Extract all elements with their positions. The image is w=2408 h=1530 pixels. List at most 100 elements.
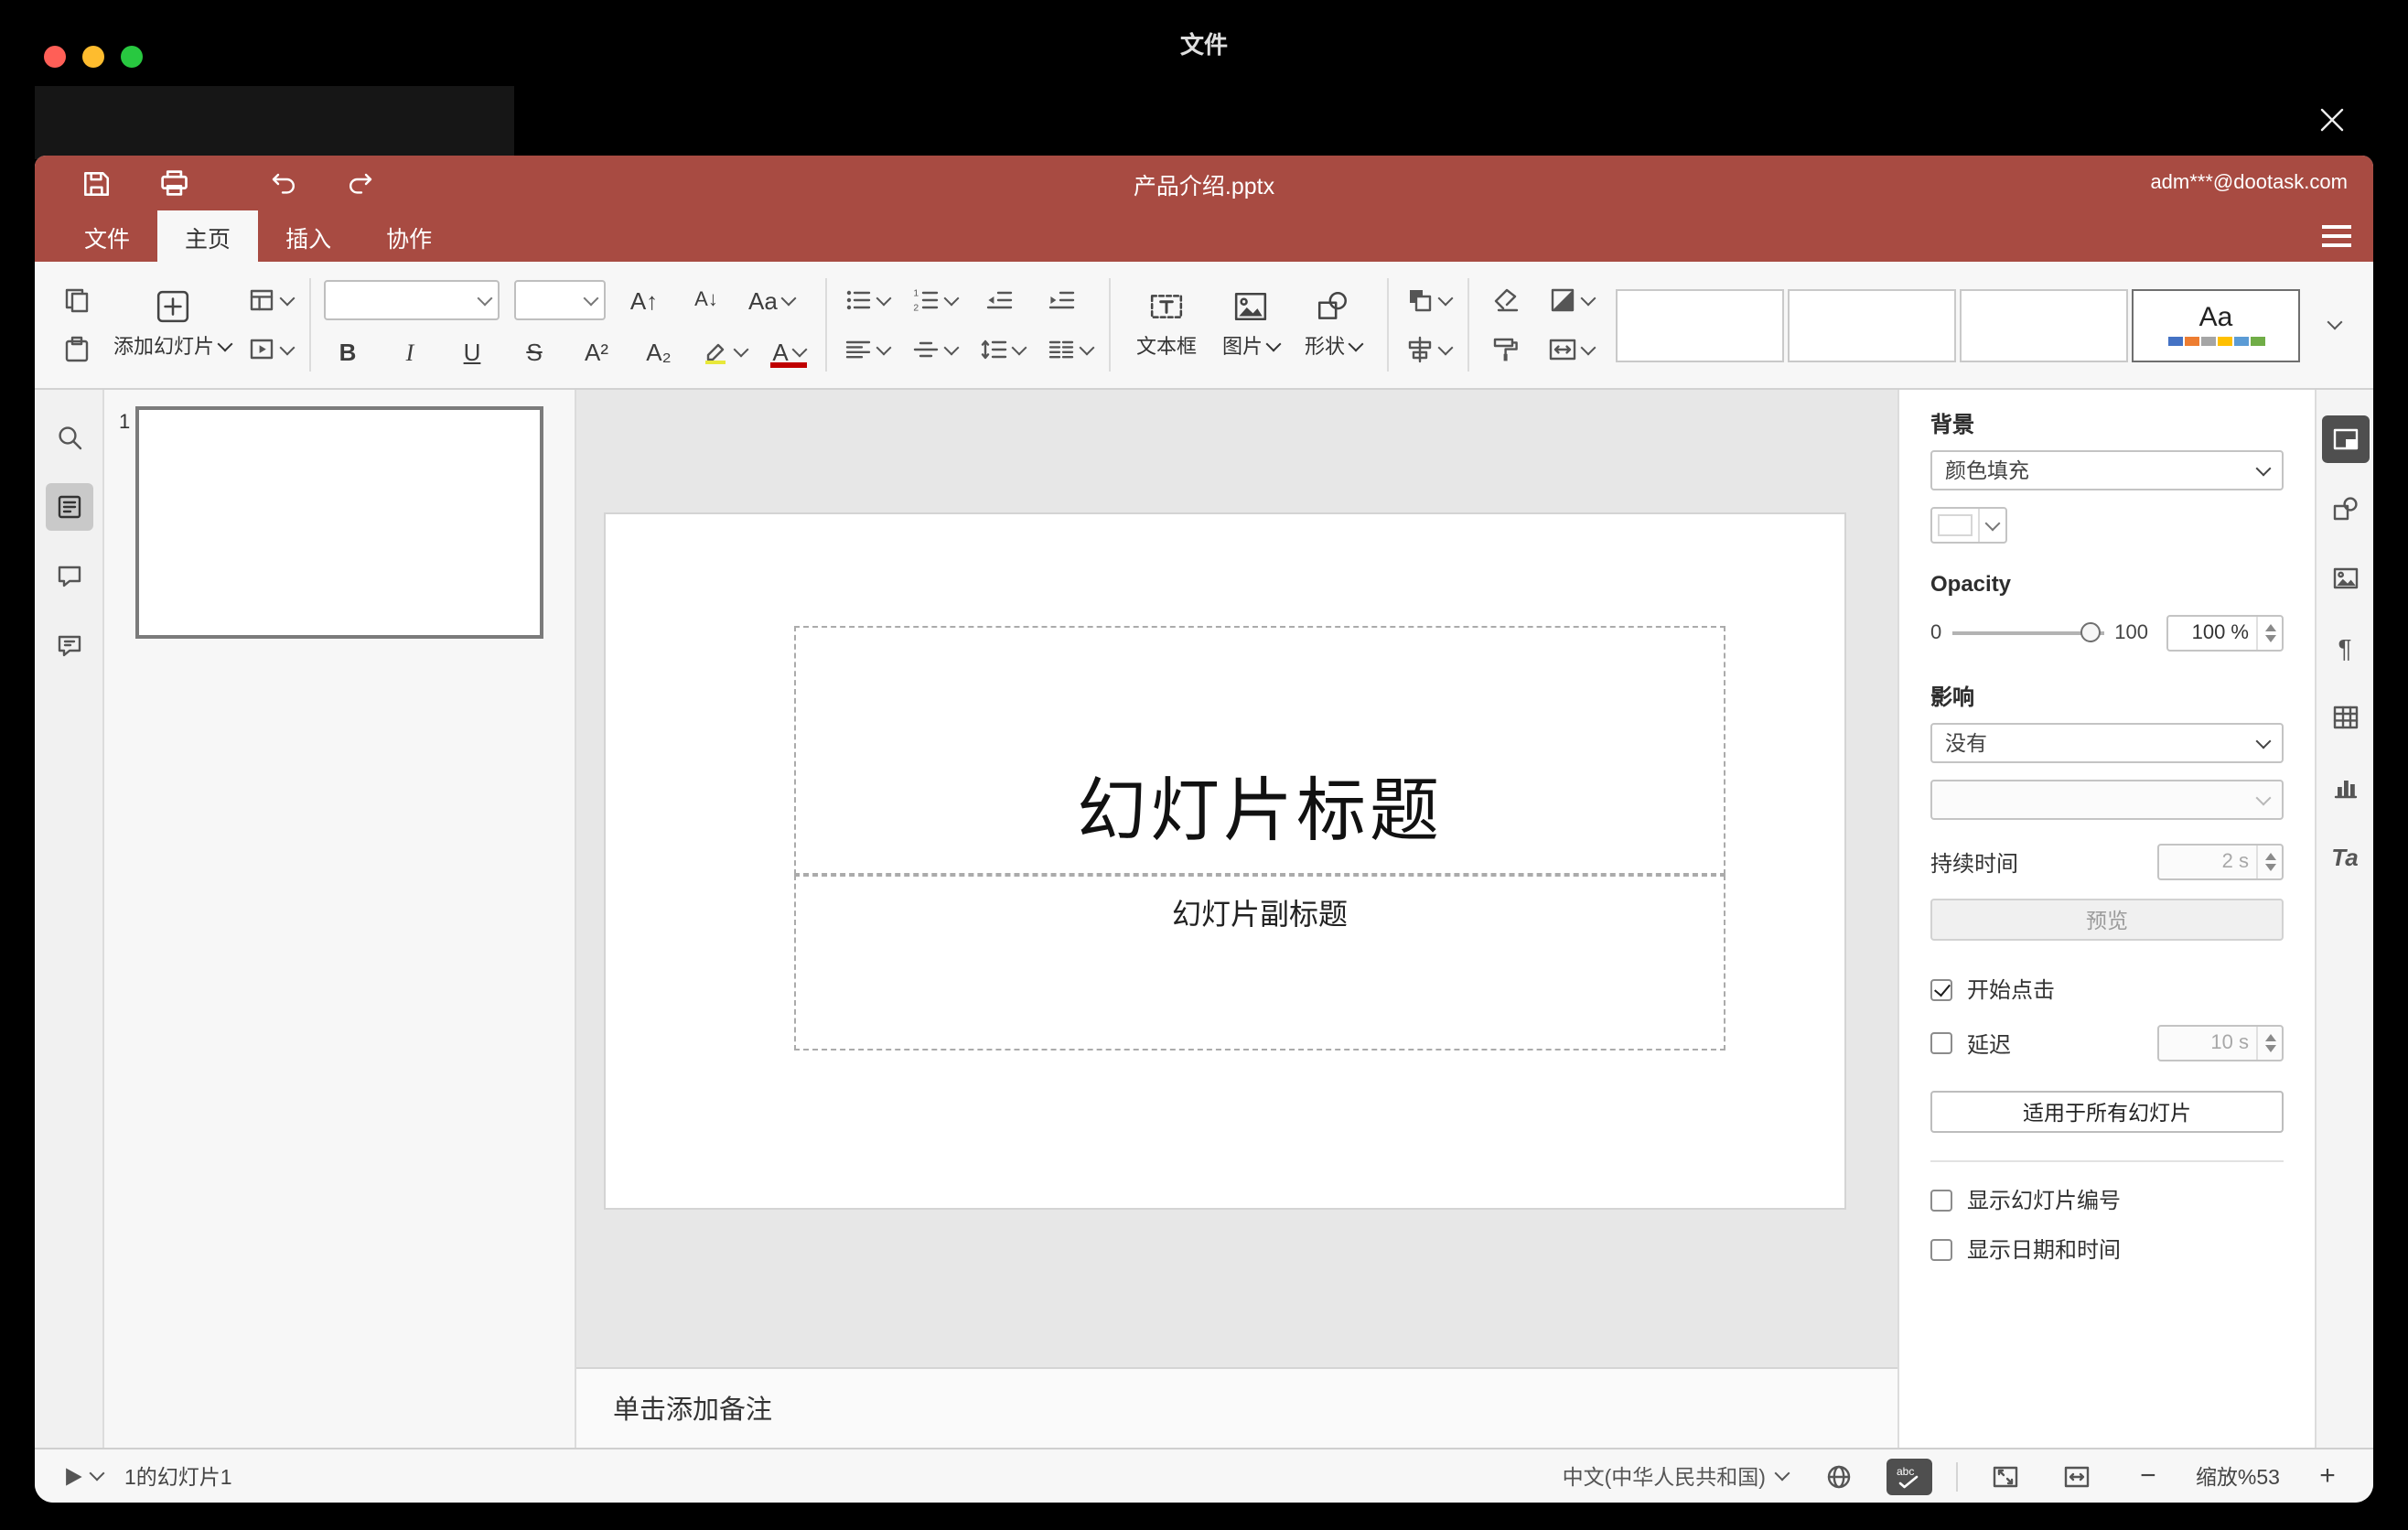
close-window-button[interactable]: [44, 46, 66, 68]
search-icon: [54, 423, 83, 452]
slide-subtitle-placeholder[interactable]: 幻灯片副标题: [794, 875, 1725, 1051]
notes-area[interactable]: 单击添加备注: [576, 1367, 1897, 1448]
columns-button[interactable]: [1043, 331, 1096, 368]
superscript-button[interactable]: A²: [573, 333, 620, 370]
print-button[interactable]: [156, 165, 192, 201]
zoom-in-button[interactable]: +: [2304, 1458, 2351, 1494]
strikeout-button[interactable]: S: [511, 333, 558, 370]
print-icon: [157, 167, 190, 199]
opacity-slider[interactable]: [1952, 622, 2104, 642]
language-select[interactable]: 中文(中华人民共和国): [1559, 1458, 1791, 1494]
effect-type-select[interactable]: [1930, 780, 2284, 820]
zoom-out-button[interactable]: −: [2124, 1458, 2172, 1494]
effect-select[interactable]: 没有: [1930, 723, 2284, 763]
decrease-font-button[interactable]: A↓: [683, 282, 730, 318]
background-color-picker[interactable]: [1930, 507, 2007, 544]
tab-home[interactable]: 主页: [157, 210, 259, 262]
underline-button[interactable]: U: [448, 333, 496, 370]
fit-slide-button[interactable]: [1982, 1458, 2029, 1494]
highlight-color-button[interactable]: [697, 333, 750, 370]
arrange-button[interactable]: [1402, 282, 1455, 318]
slide-layout-button[interactable]: [243, 282, 296, 318]
theme-slot-1[interactable]: [1616, 288, 1784, 361]
opacity-spinbox[interactable]: 100 %: [2166, 615, 2284, 652]
font-size-select[interactable]: [514, 280, 606, 320]
line-spacing-button[interactable]: [975, 331, 1028, 368]
shape-settings-button[interactable]: [2321, 485, 2369, 533]
slide-settings-button[interactable]: [2321, 415, 2369, 463]
table-settings-button[interactable]: [2321, 694, 2369, 741]
delay-spinbox[interactable]: 10 s: [2157, 1025, 2284, 1061]
shape-align-button[interactable]: [1402, 331, 1455, 368]
start-on-click-checkbox[interactable]: [1930, 978, 1952, 1000]
slide-size-button[interactable]: [1544, 331, 1597, 368]
clear-style-button[interactable]: [1482, 282, 1530, 318]
subscript-button[interactable]: A₂: [635, 333, 683, 370]
theme-slot-3[interactable]: [1960, 288, 2128, 361]
comments-button[interactable]: [45, 553, 92, 600]
slide[interactable]: 幻灯片标题 幻灯片副标题: [606, 514, 1844, 1208]
show-date-time-checkbox[interactable]: [1930, 1238, 1952, 1260]
minimize-window-button[interactable]: [82, 46, 104, 68]
slides-panel-button[interactable]: [45, 483, 92, 531]
increase-font-button[interactable]: A↑: [620, 282, 668, 318]
chat-button[interactable]: [45, 622, 92, 670]
show-slide-number-checkbox[interactable]: [1930, 1189, 1952, 1211]
undo-button[interactable]: [263, 165, 300, 201]
paste-button[interactable]: [53, 331, 101, 368]
save-button[interactable]: [77, 165, 113, 201]
spinner-arrows[interactable]: [2256, 846, 2282, 878]
tab-insert[interactable]: 插入: [258, 210, 359, 262]
decrease-indent-button[interactable]: [975, 282, 1023, 318]
insert-image-button[interactable]: 图片: [1209, 262, 1292, 388]
copy-style-button[interactable]: [1482, 331, 1530, 368]
background-fill-select[interactable]: 颜色填充: [1930, 450, 2284, 490]
start-on-click-label: 开始点击: [1967, 977, 2056, 1003]
start-slideshow-status-button[interactable]: [57, 1458, 106, 1494]
copy-button[interactable]: [53, 282, 101, 318]
bullets-button[interactable]: [840, 282, 893, 318]
zoom-window-button[interactable]: [121, 46, 143, 68]
fit-width-button[interactable]: [2053, 1458, 2101, 1494]
add-slide-button[interactable]: 添加幻灯片: [101, 262, 243, 388]
tab-collaboration[interactable]: 协作: [359, 210, 459, 262]
chart-settings-button[interactable]: [2321, 763, 2369, 811]
paragraph-settings-button[interactable]: ¶: [2321, 624, 2369, 672]
slide-thumbnail[interactable]: [135, 406, 543, 639]
preview-button[interactable]: 预览: [1930, 899, 2284, 941]
font-name-select[interactable]: [324, 280, 500, 320]
spinner-arrows[interactable]: [2256, 617, 2282, 650]
slide-title-placeholder[interactable]: 幻灯片标题: [794, 626, 1725, 875]
insert-shape-button[interactable]: 形状: [1292, 262, 1374, 388]
delay-checkbox[interactable]: [1930, 1032, 1952, 1054]
slider-handle[interactable]: [2080, 622, 2101, 642]
italic-button[interactable]: I: [386, 333, 434, 370]
horizontal-align-button[interactable]: [840, 331, 893, 368]
tab-file[interactable]: 文件: [57, 210, 157, 262]
increase-indent-button[interactable]: [1037, 282, 1085, 318]
font-color-bar: [770, 362, 807, 368]
color-scheme-button[interactable]: [1544, 282, 1597, 318]
document-language-button[interactable]: [1815, 1458, 1863, 1494]
duration-spinbox[interactable]: 2 s: [2157, 844, 2284, 880]
search-button[interactable]: [45, 414, 92, 461]
redo-button[interactable]: [342, 165, 379, 201]
image-settings-button[interactable]: [2321, 555, 2369, 602]
numbering-button[interactable]: 12: [908, 282, 961, 318]
bold-button[interactable]: B: [324, 333, 371, 370]
change-case-button[interactable]: Aa: [745, 282, 798, 318]
expand-toolbar-button[interactable]: [2315, 262, 2355, 388]
textart-settings-button[interactable]: Ta: [2321, 833, 2369, 880]
close-dialog-button[interactable]: [2309, 97, 2353, 141]
theme-slot-4-selected[interactable]: Aa: [2132, 288, 2300, 361]
chevron-down-icon: [780, 289, 797, 306]
spinner-arrows[interactable]: [2256, 1027, 2282, 1060]
theme-slot-2[interactable]: [1788, 288, 1956, 361]
font-color-button[interactable]: A: [765, 333, 812, 370]
spellcheck-button[interactable]: abc: [1886, 1458, 1932, 1494]
menu-button[interactable]: [2322, 225, 2351, 247]
text-box-button[interactable]: 文本框: [1123, 262, 1209, 388]
apply-to-all-button[interactable]: 适用于所有幻灯片: [1930, 1091, 2284, 1133]
vertical-align-button[interactable]: [908, 331, 961, 368]
start-slideshow-button[interactable]: [243, 331, 296, 368]
